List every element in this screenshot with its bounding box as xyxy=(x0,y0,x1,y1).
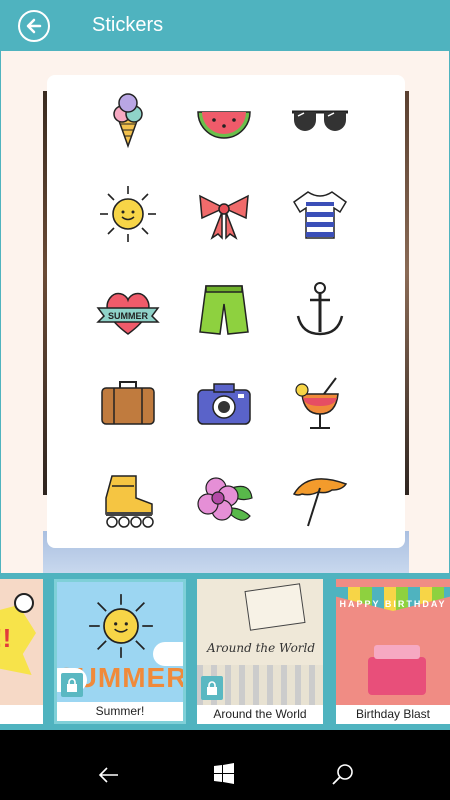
comic-text: !! xyxy=(0,623,12,653)
pack-art: HAPPY BIRTHDAY xyxy=(336,579,450,705)
anchor-sticker[interactable] xyxy=(285,275,355,345)
beach-umbrella-icon xyxy=(292,478,348,527)
sticker-pack-around-the-world[interactable]: Around the World Around the World xyxy=(197,579,323,724)
header-bar: Stickers xyxy=(0,0,450,51)
striped-shirt-icon xyxy=(293,191,347,239)
pack-label: Around the World xyxy=(197,705,323,724)
cake-shape xyxy=(368,657,426,695)
search-icon[interactable] xyxy=(330,762,356,788)
world-title-text: Around the World xyxy=(207,641,316,655)
sunglasses-sticker[interactable] xyxy=(285,85,355,155)
sun-sticker[interactable] xyxy=(93,179,163,249)
shorts-sticker[interactable] xyxy=(189,275,259,345)
photo-canvas[interactable]: SUMMER xyxy=(0,51,450,573)
soccer-ball-icon xyxy=(14,593,34,613)
shorts-icon xyxy=(199,285,249,335)
pack-label xyxy=(0,705,43,724)
lock-icon xyxy=(61,673,83,697)
sticker-pack-tray: !! SUMMER xyxy=(0,573,450,730)
striped-shirt-sticker[interactable] xyxy=(285,179,355,249)
cocktail-sticker[interactable] xyxy=(285,369,355,439)
sticker-picker-sheet: SUMMER xyxy=(47,75,405,548)
pack-art: !! xyxy=(0,579,43,705)
map-icon xyxy=(244,583,306,631)
back-arrow-icon[interactable] xyxy=(96,762,122,788)
bow-icon xyxy=(199,194,249,240)
pack-label: Birthday Blast xyxy=(336,705,450,724)
ice-cream-sticker[interactable] xyxy=(93,85,163,155)
watermelon-icon xyxy=(197,111,251,139)
editor-stage: SUMMER xyxy=(0,51,450,573)
suitcase-sticker[interactable] xyxy=(93,369,163,439)
windows-start-icon[interactable] xyxy=(212,762,238,788)
ice-cream-icon xyxy=(113,93,143,149)
anchor-icon xyxy=(296,282,344,336)
roller-skate-icon xyxy=(105,475,154,528)
bow-sticker[interactable] xyxy=(189,179,259,249)
cloud-shape xyxy=(153,642,183,666)
sun-icon xyxy=(100,186,156,242)
beach-umbrella-sticker[interactable] xyxy=(285,465,355,535)
back-arrow-icon xyxy=(26,18,42,34)
watermelon-sticker[interactable] xyxy=(189,85,259,155)
roller-skate-sticker[interactable] xyxy=(93,465,163,535)
cocktail-icon xyxy=(295,377,339,429)
birthday-title-text: HAPPY BIRTHDAY xyxy=(339,599,447,609)
camera-icon xyxy=(197,383,251,425)
sticker-pack-birthday-blast[interactable]: HAPPY BIRTHDAY Birthday Blast xyxy=(336,579,450,724)
suitcase-icon xyxy=(101,381,155,425)
flower-icon xyxy=(197,477,253,521)
sunglasses-icon xyxy=(292,110,348,131)
page-title: Stickers xyxy=(92,14,164,36)
lock-icon xyxy=(201,676,223,700)
svg-text:SUMMER: SUMMER xyxy=(108,311,148,321)
summer-heart-icon: SUMMER xyxy=(96,292,160,335)
camera-sticker[interactable] xyxy=(189,369,259,439)
sticker-pack-summer[interactable]: SUMMER Summer! xyxy=(54,579,186,724)
flower-sticker[interactable] xyxy=(189,465,259,535)
sticker-pack-comic[interactable]: !! xyxy=(0,579,43,724)
system-nav-bar xyxy=(0,750,450,800)
pack-label: Summer! xyxy=(57,702,183,721)
summer-heart-sticker[interactable]: SUMMER xyxy=(93,275,163,345)
back-button[interactable] xyxy=(18,10,50,42)
cake-top-shape xyxy=(374,645,420,659)
sun-icon xyxy=(87,592,155,660)
